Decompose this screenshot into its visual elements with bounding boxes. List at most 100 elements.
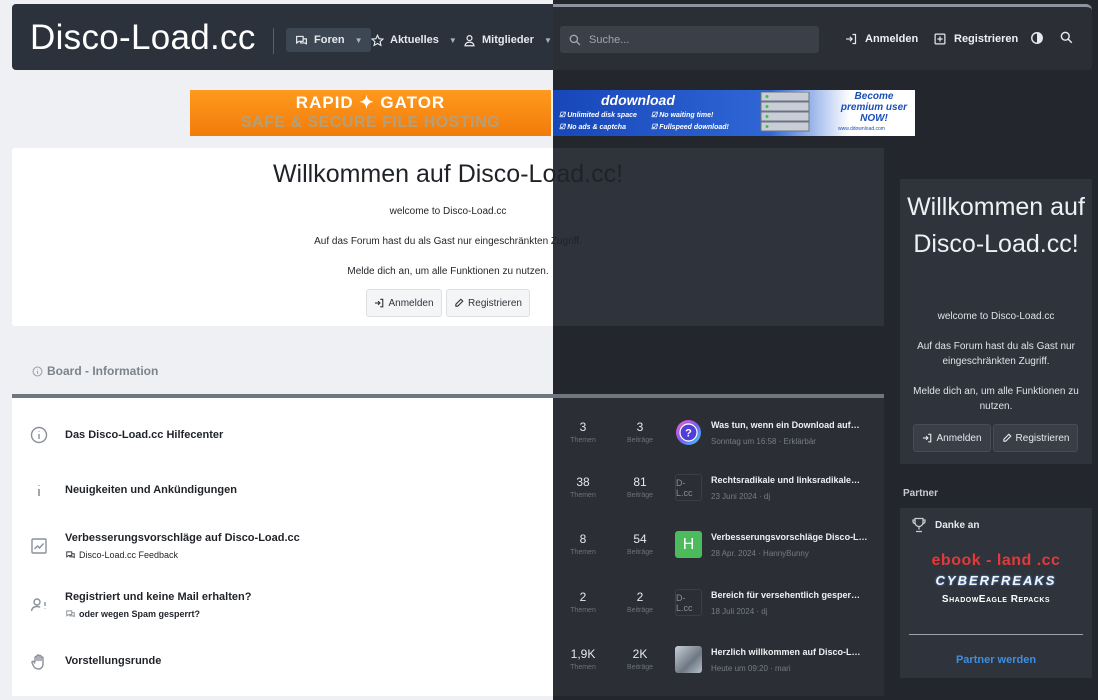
theme-toggle-icon[interactable] — [1030, 31, 1046, 47]
sidebar-guest-notice: Auf das Forum hast du als Gast nur einge… — [917, 341, 1075, 367]
pen-icon — [1002, 433, 1012, 442]
header-divider — [273, 28, 274, 54]
ddownload-feature: ☑ No ads & captcha — [559, 124, 626, 131]
post-count: 2 — [636, 590, 644, 604]
ddownload-banner[interactable]: ddownload ☑ Unlimited disk space ☑ No wa… — [553, 90, 915, 136]
sign-in-icon — [923, 433, 932, 443]
partner-logo-shadoweagle[interactable]: ShadowEagle Repacks — [900, 594, 1092, 605]
forum-title[interactable]: Verbesserungsvorschläge auf Disco-Load.c… — [65, 532, 300, 544]
partner-thanks: Danke an — [912, 517, 979, 533]
post-count: 54 — [633, 532, 647, 546]
thread-count-label: Themen — [570, 607, 596, 614]
comments-icon — [66, 610, 75, 618]
user-alert-icon — [30, 598, 46, 612]
become-partner-link[interactable]: Partner werden — [900, 654, 1092, 666]
pen-icon — [455, 298, 464, 307]
welcome-register-label: Registrieren — [468, 297, 522, 309]
sidebar-login-label: Anmelden — [936, 432, 982, 444]
register-link[interactable]: Registrieren — [934, 33, 1018, 45]
page: Disco-Load.cc Foren ▼ Aktuelles ▼ Mitgli… — [0, 0, 1098, 700]
nav-members-label: Mitglieder — [482, 34, 534, 46]
sign-in-icon — [846, 33, 857, 45]
avatar[interactable]: H — [675, 531, 702, 558]
chart-icon — [31, 538, 47, 554]
subforum-link[interactable]: Disco-Load.cc Feedback — [65, 550, 178, 560]
comments-icon — [296, 35, 307, 45]
login-link[interactable]: Anmelden — [845, 33, 918, 45]
search-icon[interactable] — [1060, 31, 1076, 47]
thread-count: 2 — [579, 590, 587, 604]
nav-whats-new[interactable]: Aktuelles ▼ — [362, 28, 466, 52]
rapidgator-banner[interactable]: RAPID ✦ GATOR SAFE & SECURE FILE HOSTING — [190, 90, 551, 136]
thread-count-label: Themen — [570, 437, 596, 444]
latest-post-title[interactable]: Bereich für versehentlich gesper… — [711, 590, 871, 600]
sidebar-login-button[interactable]: Anmelden — [913, 424, 991, 452]
thread-count: 1,9K — [570, 647, 596, 661]
partner-logo-ebookland[interactable]: ebook - land .cc — [900, 552, 1092, 570]
post-count: 81 — [633, 475, 647, 489]
board-info-heading[interactable]: Board - Information — [32, 364, 158, 378]
post-count-label: Beiträge — [626, 664, 654, 671]
sidebar-register-button[interactable]: Registrieren — [993, 424, 1078, 452]
latest-post-title[interactable]: Rechtsradikale und linksradikale… — [711, 475, 871, 485]
thread-count: 8 — [579, 532, 587, 546]
thread-count: 38 — [576, 475, 590, 489]
ddownload-feature: ☑ Fullspeed download! — [651, 124, 729, 131]
latest-post-title[interactable]: Verbesserungsvorschläge Disco-L… — [711, 532, 871, 542]
avatar-text: H — [682, 535, 695, 553]
nav-members[interactable]: Mitglieder ▼ — [454, 28, 561, 52]
latest-post-meta: 28 Apr. 2024 · HannyBunny — [711, 549, 809, 558]
forum-title[interactable]: Neuigkeiten und Ankündigungen — [65, 484, 237, 496]
avatar[interactable]: D-L.cc — [675, 474, 702, 501]
search-input[interactable]: Suche... — [560, 26, 819, 53]
avatar[interactable] — [675, 646, 702, 673]
partner-panel — [900, 508, 1092, 678]
nav-forums-label: Foren — [314, 34, 345, 46]
ddownload-feature: ☑ Unlimited disk space — [559, 112, 637, 119]
thread-count-label: Themen — [570, 664, 596, 671]
partner-heading: Partner — [903, 488, 939, 499]
latest-post-title[interactable]: Was tun, wenn ein Download auf… — [711, 420, 871, 430]
ddownload-feature: ☑ No waiting time! — [651, 112, 714, 119]
post-count: 2K — [632, 647, 648, 661]
rapidgator-tagline: SAFE & SECURE FILE HOSTING — [240, 114, 501, 131]
sidebar-welcome-subtitle: welcome to Disco-Load.cc — [937, 311, 1055, 322]
hand-icon — [31, 654, 44, 670]
subforum-label: oder wegen Spam gesperrt? — [79, 609, 201, 619]
ddownload-url: www.ddownload.com — [838, 126, 885, 132]
ddownload-logo: ddownload — [601, 92, 675, 108]
forum-title[interactable]: Das Disco-Load.cc Hilfecenter — [65, 429, 223, 441]
avatar[interactable]: D-L.cc — [675, 589, 702, 616]
comments-icon — [66, 551, 75, 559]
site-logo[interactable]: Disco-Load.cc — [30, 18, 256, 58]
welcome-register-button[interactable]: Registrieren — [446, 289, 530, 317]
latest-post-meta: Heute um 09:20 · mari — [711, 664, 791, 673]
star-icon — [371, 33, 384, 46]
forum-title[interactable]: Registriert und keine Mail erhalten? — [65, 591, 251, 603]
partner-thanks-label: Danke an — [935, 519, 980, 531]
latest-post-title[interactable]: Herzlich willkommen auf Disco-L… — [711, 647, 871, 657]
subforum-link[interactable]: oder wegen Spam gesperrt? — [65, 609, 200, 619]
forum-title[interactable]: Vorstellungsrunde — [65, 655, 161, 667]
rapidgator-title: RAPID ✦ GATOR — [295, 93, 446, 112]
info-circle-icon — [32, 366, 43, 376]
nav-whats-new-label: Aktuelles — [390, 34, 439, 46]
user-icon — [464, 34, 475, 46]
partner-logo-cyberfreaks[interactable]: CYBERFREAKS — [900, 573, 1092, 588]
search-icon — [569, 34, 581, 45]
ddownload-cta: Become premium user NOW! — [840, 91, 908, 124]
search-placeholder: Suche... — [589, 33, 630, 46]
welcome-login-label: Anmelden — [388, 297, 434, 309]
chevron-down-icon: ▼ — [543, 35, 552, 45]
post-count-label: Beiträge — [626, 492, 654, 499]
post-count: 3 — [636, 420, 644, 434]
avatar[interactable]: ? — [675, 419, 702, 446]
info-icon — [38, 485, 40, 496]
sidebar-login-hint: Melde dich an, um alle Funktionen zu nut… — [913, 386, 1079, 412]
thread-count-label: Themen — [570, 492, 596, 499]
welcome-login-button[interactable]: Anmelden — [366, 289, 442, 317]
plus-square-icon — [934, 33, 946, 45]
thread-count: 3 — [579, 420, 587, 434]
nav-forums[interactable]: Foren ▼ — [286, 28, 372, 52]
post-count-label: Beiträge — [626, 607, 654, 614]
